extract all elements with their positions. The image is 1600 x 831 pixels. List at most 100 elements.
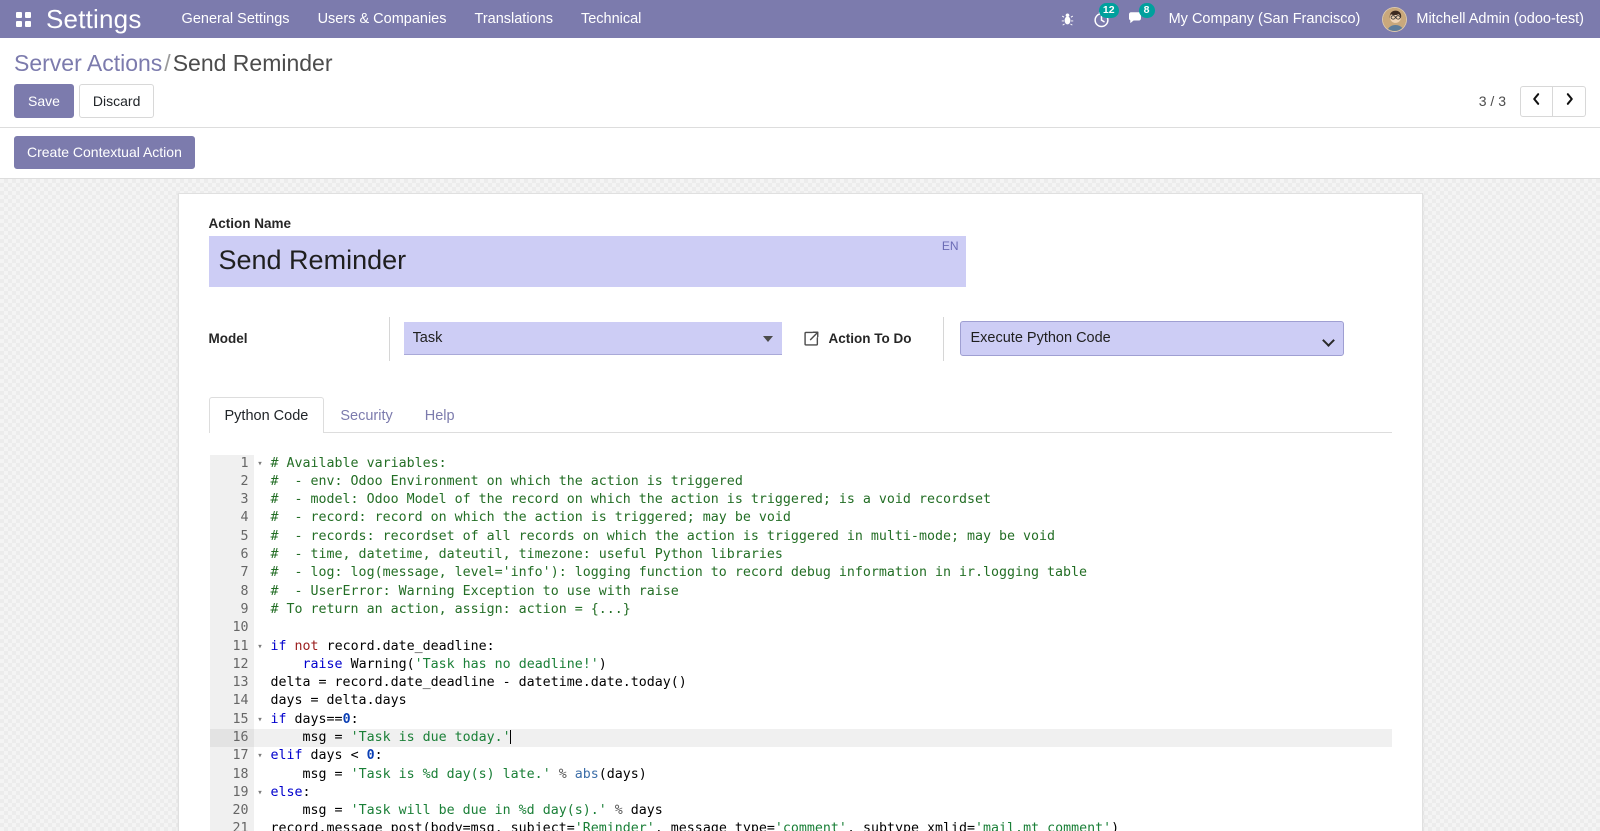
code-line-number: 5	[209, 527, 254, 547]
fold-toggle-icon[interactable]: ▾	[254, 711, 267, 729]
code-line-number: 4	[209, 509, 254, 528]
action-to-do-select[interactable]: Execute Python CodeCreate a new RecordUp…	[960, 321, 1345, 356]
pager-next-button[interactable]	[1553, 85, 1586, 117]
apps-menu-button[interactable]	[6, 0, 40, 38]
notebook-tabs: Python Code Security Help	[208, 396, 1392, 433]
model-input[interactable]	[403, 321, 782, 356]
discard-button[interactable]: Discard	[78, 84, 155, 118]
company-switcher[interactable]: My Company (San Francisco)	[1155, 0, 1375, 38]
code-line[interactable]: 10	[209, 619, 1392, 638]
code-line[interactable]: 12 raise Warning('Task has no deadline!'…	[209, 655, 1392, 675]
code-line[interactable]: 21 record.message_post(body=msg, subject=…	[209, 820, 1392, 831]
breadcrumb: Server Actions/Send Reminder	[14, 47, 333, 79]
avatar	[1382, 6, 1408, 32]
text-cursor	[509, 730, 511, 744]
code-line-number: 15	[209, 710, 254, 729]
code-line-number: 21	[209, 820, 254, 831]
code-line-text: # - env: Odoo Environment on which the a…	[270, 473, 743, 489]
notebook: Python Code Security Help 1 ▾ # Available …	[208, 396, 1392, 831]
code-line[interactable]: 6 # - time, datetime, dateutil, timezone:…	[209, 546, 1392, 565]
tab-python-code[interactable]: Python Code	[208, 396, 325, 433]
code-line-text: # - UserError: Warning Exception to use …	[270, 583, 679, 599]
messaging-count-badge: 8	[1138, 3, 1155, 18]
fold-toggle-icon[interactable]: ▾	[254, 638, 267, 656]
code-line[interactable]: 8 # - UserError: Warning Exception to use…	[209, 582, 1392, 601]
code-line-text: # - time, datetime, dateutil, timezone: …	[270, 547, 783, 563]
code-line-text: record.message_post(body=msg, subject='R…	[270, 821, 1120, 831]
code-line[interactable]: 4 # - record: record on which the action …	[209, 509, 1392, 528]
code-line[interactable]: 18 msg = 'Task is %d day(s) late.' % abs…	[209, 765, 1392, 784]
code-line[interactable]: 16 msg = 'Task is due today.'	[209, 729, 1392, 748]
code-line[interactable]: 20 msg = 'Task will be due in %d day(s).…	[209, 802, 1392, 821]
code-line[interactable]: 9 # To return an action, assign: action =…	[209, 600, 1392, 620]
code-line-text: # - model: Odoo Model of the record on w…	[270, 492, 992, 508]
user-name-label: Mitchell Admin (odoo-test)	[1416, 11, 1584, 27]
nav-item-technical[interactable]: Technical	[567, 0, 655, 38]
code-line-text: elif days < 0:	[270, 748, 383, 764]
code-line[interactable]: 7 # - log: log(message, level='info'): lo…	[209, 564, 1392, 583]
code-line-number: 14	[209, 692, 254, 711]
code-line-number: 20	[209, 802, 254, 821]
code-line-number: 7	[209, 564, 254, 583]
form-view-background: Action Name EN Model	[0, 179, 1600, 831]
code-line[interactable]: 2 # - env: Odoo Environment on which the …	[209, 472, 1392, 492]
code-line[interactable]: 19 ▾ else:	[209, 783, 1392, 803]
code-line-text: # - record: record on which the action i…	[270, 510, 791, 526]
code-line[interactable]: 13 delta = record.date_deadline - datetim…	[209, 674, 1392, 693]
pager-value[interactable]: 3 / 3	[1479, 93, 1506, 109]
tab-help[interactable]: Help	[409, 397, 471, 433]
tab-security[interactable]: Security	[324, 397, 408, 433]
nav-item-general-settings[interactable]: General Settings	[168, 0, 304, 38]
language-tag[interactable]: EN	[942, 239, 959, 253]
action-name-input[interactable]	[208, 235, 966, 287]
fold-toggle-icon[interactable]: ▾	[254, 784, 267, 802]
chevron-left-icon	[1531, 92, 1542, 111]
bug-icon	[1060, 12, 1075, 27]
activity-menu-button[interactable]: 12	[1084, 0, 1119, 38]
code-line-text: msg = 'Task will be due in %d day(s).' %…	[270, 803, 663, 819]
top-navbar: Settings General Settings Users & Compan…	[0, 0, 1600, 38]
external-link-icon[interactable]	[803, 330, 820, 347]
code-line-text: else:	[270, 784, 311, 800]
code-line[interactable]: 15 ▾ if days==0:	[209, 710, 1392, 729]
pager-previous-button[interactable]	[1520, 85, 1553, 117]
app-brand-settings[interactable]: Settings	[40, 0, 152, 38]
code-line-text: days = delta.days	[270, 693, 407, 709]
code-line[interactable]: 3 # - model: Odoo Model of the record on …	[209, 491, 1392, 510]
code-line-text: if not record.date_deadline:	[270, 638, 495, 654]
code-line[interactable]: 14 days = delta.days	[209, 692, 1392, 711]
model-field	[403, 321, 782, 356]
model-action-row: Model Task Action To Do Execute Python C…	[209, 316, 1392, 361]
breadcrumb-parent-link[interactable]: Server Actions	[14, 50, 162, 76]
user-menu-button[interactable]: Mitchell Admin (odoo-test)	[1374, 0, 1590, 38]
fold-toggle-icon[interactable]: ▾	[254, 455, 267, 473]
code-line-number: 11	[209, 637, 254, 656]
code-line[interactable]: 17 ▾ elif days < 0:	[209, 747, 1392, 766]
form-sheet: Action Name EN Model	[177, 192, 1423, 831]
code-line-text: raise Warning('Task has no deadline!')	[302, 656, 607, 672]
navbar-right-tools: 12 8 My Company (San Francisco) Mitchell…	[1051, 0, 1600, 38]
form-scroll-container[interactable]: Action Name EN Model	[0, 192, 1600, 831]
create-contextual-action-button[interactable]: Create Contextual Action	[14, 136, 195, 169]
code-line-number: 13	[209, 674, 254, 693]
code-line[interactable]: 1 ▾ # Available variables:	[209, 454, 1392, 473]
code-line-number: 3	[209, 491, 254, 510]
python-code-editor[interactable]: 1 ▾ # Available variables: 2 # - env: Odoo E…	[208, 454, 1392, 831]
action-to-do-label: Action To Do	[828, 331, 912, 347]
save-button[interactable]: Save	[14, 84, 74, 118]
debug-menu-button[interactable]	[1051, 0, 1084, 38]
code-line[interactable]: 5 # - records: recordset of all records o…	[209, 527, 1392, 547]
nav-item-translations[interactable]: Translations	[461, 0, 567, 38]
messaging-menu-button[interactable]: 8	[1119, 0, 1155, 38]
fold-toggle-icon[interactable]: ▾	[254, 747, 267, 765]
nav-item-users-companies[interactable]: Users & Companies	[304, 0, 461, 38]
code-line[interactable]: 11 ▾ if not record.date_deadline:	[209, 637, 1392, 656]
code-line-text: if days==0:	[270, 711, 359, 727]
code-line-text: # - records: recordset of all records on…	[270, 528, 1056, 544]
